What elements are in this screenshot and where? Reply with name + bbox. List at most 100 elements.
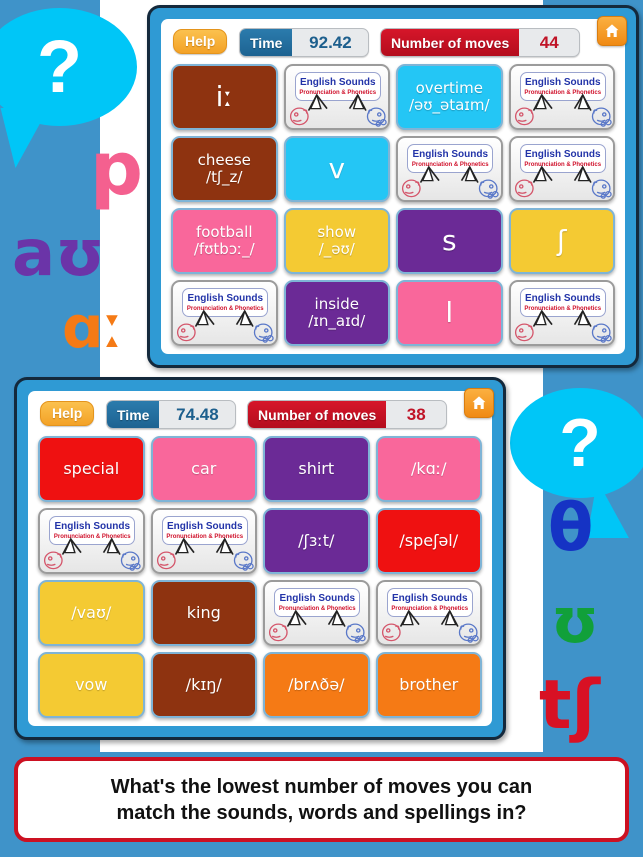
card-face[interactable]: v (283, 136, 390, 202)
card-face[interactable]: shirt (263, 436, 370, 502)
card-back[interactable]: English Sounds Pronunciation & Phonetics (150, 508, 257, 574)
card-face[interactable]: king (150, 580, 257, 646)
card-back[interactable]: English Sounds Pronunciation & Phonetics (508, 280, 615, 346)
card-label: /kɑː/ (408, 458, 450, 480)
card-face[interactable]: /brʌðə/ (263, 652, 370, 718)
card-back[interactable]: English Sounds Pronunciation & Phonetics (171, 280, 278, 346)
logo-faces (268, 609, 366, 643)
card-face[interactable]: /speʃəl/ (375, 508, 482, 574)
logo-faces (381, 609, 479, 643)
card-back[interactable]: English Sounds Pronunciation & Phonetics (375, 580, 482, 646)
game-panel-top[interactable]: Help Time 92.42 Number of moves 44 iː Eng… (147, 5, 639, 368)
english-sounds-logo: English Sounds Pronunciation & Phonetics (173, 282, 276, 344)
card-face[interactable]: ʃ (508, 208, 615, 274)
question-mark-right: ? (559, 405, 601, 481)
card-label-line: v (328, 152, 346, 186)
card-back[interactable]: English Sounds Pronunciation & Phonetics (508, 64, 615, 130)
help-button[interactable]: Help (40, 401, 95, 426)
card-back[interactable]: English Sounds Pronunciation & Phonetics (396, 136, 503, 202)
english-sounds-logo: English Sounds Pronunciation & Phonetics (398, 138, 501, 200)
hud-top: Help Time 92.42 Number of moves 44 (173, 28, 613, 58)
card-grid-top[interactable]: iː English Sounds Pronunciation & Phonetic… (171, 64, 615, 346)
card-face[interactable]: /ʃɜːt/ (263, 508, 370, 574)
english-sounds-logo: English Sounds Pronunciation & Phonetics (286, 66, 389, 128)
home-button[interactable] (464, 388, 494, 418)
card-label: car (188, 458, 219, 480)
caption-line-2: match the sounds, words and spellings in… (116, 801, 527, 824)
speech-bubble-right-tail (586, 480, 640, 538)
english-sounds-logo: English Sounds Pronunciation & Phonetics (153, 510, 256, 572)
english-sounds-logo: English Sounds Pronunciation & Phonetics (511, 282, 614, 344)
card-face[interactable]: football/fʊtbɔː_/ (171, 208, 278, 274)
card-label-line: /kɪŋ/ (185, 675, 222, 695)
english-sounds-logo: English Sounds Pronunciation & Phonetics (40, 510, 143, 572)
card-face[interactable]: brother (375, 652, 482, 718)
caption-box: What's the lowest number of moves you ca… (14, 757, 629, 842)
home-button[interactable] (597, 16, 627, 46)
home-icon (605, 24, 619, 37)
panel-inner-bottom: Help Time 74.48 Number of moves 38 speci… (28, 391, 492, 726)
card-face[interactable]: vow (38, 652, 145, 718)
card-label-line: /vaʊ/ (71, 603, 112, 623)
english-sounds-logo: English Sounds Pronunciation & Phonetics (378, 582, 481, 644)
card-label-line: l (445, 296, 454, 330)
hud-bottom: Help Time 74.48 Number of moves 38 (40, 400, 480, 430)
card-face[interactable]: cheese/tʃ_z/ (171, 136, 278, 202)
logo-faces (401, 165, 499, 199)
logo-faces (43, 537, 141, 571)
card-face[interactable]: show/_əʊ/ (283, 208, 390, 274)
card-grid-bottom[interactable]: special car shirt/kɑː/English Sounds Pronun… (38, 436, 482, 718)
card-label: l (442, 295, 456, 330)
card-label-line: king (186, 603, 221, 623)
card-label: /kɪŋ/ (183, 674, 225, 696)
moves-label: Number of moves (381, 29, 520, 56)
card-face[interactable]: /kɪŋ/ (150, 652, 257, 718)
ipa-deco-aa: ɑː (62, 293, 124, 361)
card-face[interactable]: special (38, 436, 145, 502)
ipa-deco-tsh: tʃ (539, 666, 600, 745)
card-back[interactable]: English Sounds Pronunciation & Phonetics (283, 64, 390, 130)
card-label: brother (396, 674, 461, 696)
card-back[interactable]: English Sounds Pronunciation & Phonetics (508, 136, 615, 202)
card-label: overtime/əʊ_ətaɪm/ (406, 78, 493, 116)
moves-meter: Number of moves 38 (247, 400, 448, 429)
game-panel-bottom[interactable]: Help Time 74.48 Number of moves 38 speci… (14, 377, 506, 740)
moves-value: 38 (406, 404, 426, 424)
logo-faces (176, 309, 274, 343)
card-label: /ʃɜːt/ (295, 530, 337, 552)
card-label-line: /tʃ_z/ (206, 168, 243, 186)
card-label-line: vow (75, 675, 108, 695)
card-label: show/_əʊ/ (314, 222, 359, 260)
card-face[interactable]: l (396, 280, 503, 346)
card-face[interactable]: iː (171, 64, 278, 130)
card-label: special (60, 458, 122, 480)
card-label-line: shirt (298, 459, 335, 479)
card-label-line: iː (215, 80, 233, 114)
time-label: Time (107, 401, 160, 428)
card-face[interactable]: s (396, 208, 503, 274)
logo-faces (514, 309, 612, 343)
card-label: v (325, 151, 348, 186)
help-button[interactable]: Help (173, 29, 228, 54)
card-face[interactable]: overtime/əʊ_ətaɪm/ (396, 64, 503, 130)
card-back[interactable]: English Sounds Pronunciation & Phonetics (263, 580, 370, 646)
card-label-line: /əʊ_ətaɪm/ (408, 96, 490, 114)
card-label-line: ʃ (557, 224, 567, 258)
caption-text: What's the lowest number of moves you ca… (111, 774, 533, 826)
question-mark-left: ? (36, 25, 83, 108)
card-back[interactable]: English Sounds Pronunciation & Phonetics (38, 508, 145, 574)
english-sounds-logo: English Sounds Pronunciation & Phonetics (511, 66, 614, 128)
card-face[interactable]: car (150, 436, 257, 502)
ipa-deco-theta: θ (548, 489, 594, 566)
card-label-line: overtime (415, 79, 483, 98)
card-label-line: /ʃɜːt/ (298, 531, 335, 551)
logo-faces (156, 537, 254, 571)
time-meter: Time 92.42 (239, 28, 370, 57)
card-label: vow (72, 674, 110, 696)
panel-inner-top: Help Time 92.42 Number of moves 44 iː Eng… (161, 19, 625, 354)
card-face[interactable]: inside/ɪn_aɪd/ (283, 280, 390, 346)
card-face[interactable]: /vaʊ/ (38, 580, 145, 646)
caption-line-1: What's the lowest number of moves you ca… (110, 775, 533, 798)
card-label: king (184, 602, 224, 624)
card-face[interactable]: /kɑː/ (375, 436, 482, 502)
